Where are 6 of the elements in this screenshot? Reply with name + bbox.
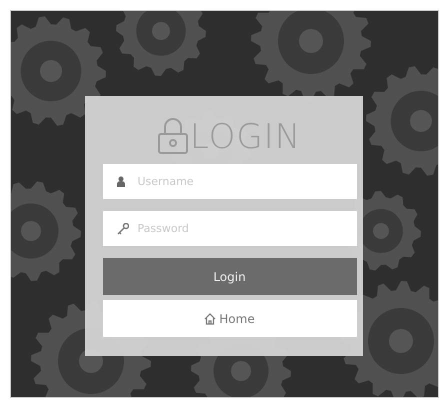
home-icon <box>204 312 216 324</box>
login-button[interactable]: Login <box>102 258 356 295</box>
key-icon <box>116 222 128 234</box>
user-icon <box>116 176 124 187</box>
home-button[interactable]: Home <box>102 300 356 337</box>
padlock-icon <box>158 118 188 154</box>
